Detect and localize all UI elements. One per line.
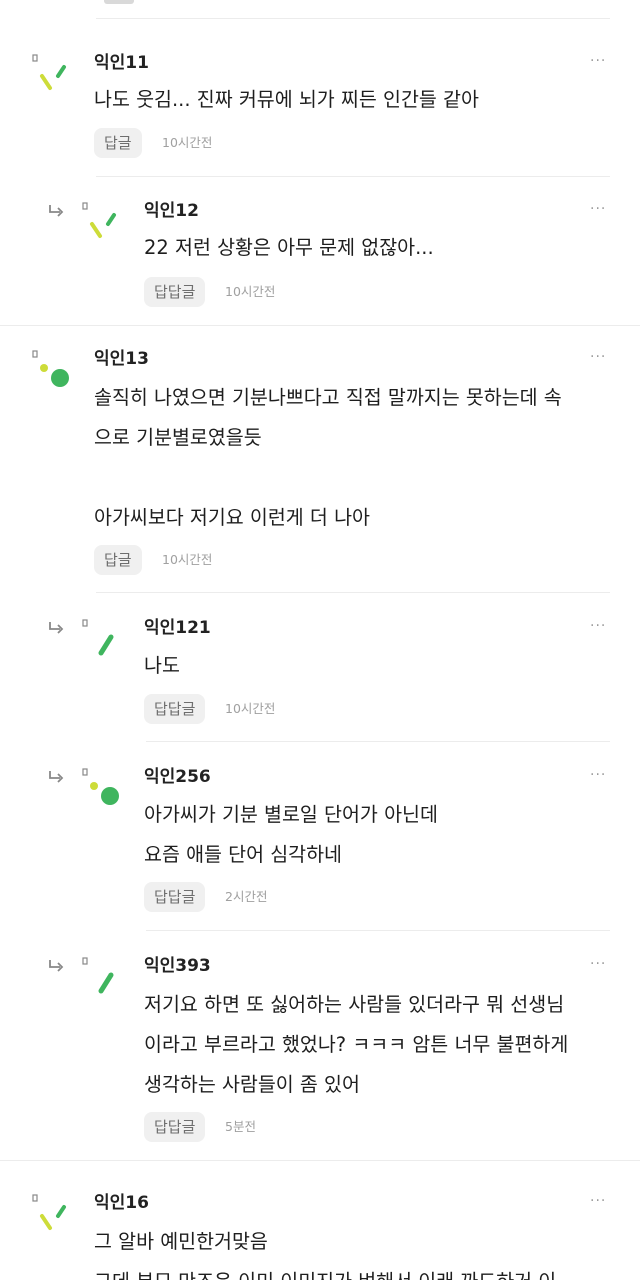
comment-text: 저기요 하면 또 싫어하는 사람들 있더라구 뭐 선생님 이라고 부르라고 했었… xyxy=(144,993,569,1096)
avatar-icon xyxy=(32,1194,66,1230)
reply-button[interactable]: 답답글 xyxy=(144,882,206,912)
divider xyxy=(96,176,610,177)
avatar-icon xyxy=(32,350,69,387)
avatar-icon xyxy=(82,619,114,656)
more-dots-icon[interactable]: ··· xyxy=(590,54,606,68)
reply-button[interactable]: 답글 xyxy=(94,128,142,158)
comment-text: 나도 웃김... 진짜 커뮤에 뇌가 찌든 인간들 같아 xyxy=(94,88,479,111)
avatar-icon xyxy=(82,768,119,805)
comment-author: 익인13 xyxy=(94,349,149,369)
reply-arrow-icon xyxy=(49,205,64,217)
reply-button[interactable]: 답답글 xyxy=(144,277,206,307)
comment-text: 그 알바 예민한거맞음 그데 부모 만즈은 이미 이미지가 벼해서 이래 까드하… xyxy=(94,1230,556,1280)
divider xyxy=(0,1160,640,1161)
comment-time: 5분전 xyxy=(225,1119,256,1134)
more-dots-icon[interactable]: ··· xyxy=(590,202,606,216)
reply-button[interactable]: 답답글 xyxy=(144,1112,206,1142)
avatar-icon xyxy=(32,54,66,90)
reply-arrow-icon xyxy=(49,622,64,634)
divider xyxy=(146,930,610,931)
comment-time: 2시간전 xyxy=(225,889,268,904)
divider xyxy=(96,592,610,593)
comment-author: 익인121 xyxy=(144,618,211,638)
more-dots-icon[interactable]: ··· xyxy=(590,957,606,971)
divider xyxy=(146,741,610,742)
more-dots-icon[interactable]: ··· xyxy=(590,768,606,782)
divider xyxy=(0,325,640,326)
comment-time: 10시간전 xyxy=(162,135,213,150)
comment-text: 솔직히 나였으면 기분나쁘다고 직접 말까지는 못하는데 속 으로 기분별로였을… xyxy=(94,386,562,529)
more-dots-icon[interactable]: ··· xyxy=(590,619,606,633)
avatar-icon xyxy=(82,202,116,238)
reply-arrow-icon xyxy=(49,771,64,783)
reply-button[interactable]: 답글 xyxy=(94,545,142,575)
more-dots-icon[interactable]: ··· xyxy=(590,1194,606,1208)
comment-text: 나도 xyxy=(144,654,180,677)
reply-button[interactable]: 답답글 xyxy=(144,694,206,724)
comment-time: 10시간전 xyxy=(162,552,213,567)
comment-author: 익인393 xyxy=(144,956,211,976)
comment-author: 익인11 xyxy=(94,53,149,73)
previous-comment-reply-stub xyxy=(104,0,134,4)
avatar-icon xyxy=(82,957,114,994)
divider xyxy=(96,18,610,19)
comment-author: 익인12 xyxy=(144,201,199,221)
more-dots-icon[interactable]: ··· xyxy=(590,350,606,364)
comment-time: 10시간전 xyxy=(225,284,276,299)
comment-author: 익인256 xyxy=(144,767,211,787)
reply-arrow-icon xyxy=(49,960,64,972)
comment-text: 아가씨가 기분 별로일 단어가 아닌데 요즘 애들 단어 심각하네 xyxy=(144,803,438,866)
comment-time: 10시간전 xyxy=(225,701,276,716)
comment-text: 22 저런 상황은 아무 문제 없잖아... xyxy=(144,236,434,259)
comment-author: 익인16 xyxy=(94,1193,149,1213)
